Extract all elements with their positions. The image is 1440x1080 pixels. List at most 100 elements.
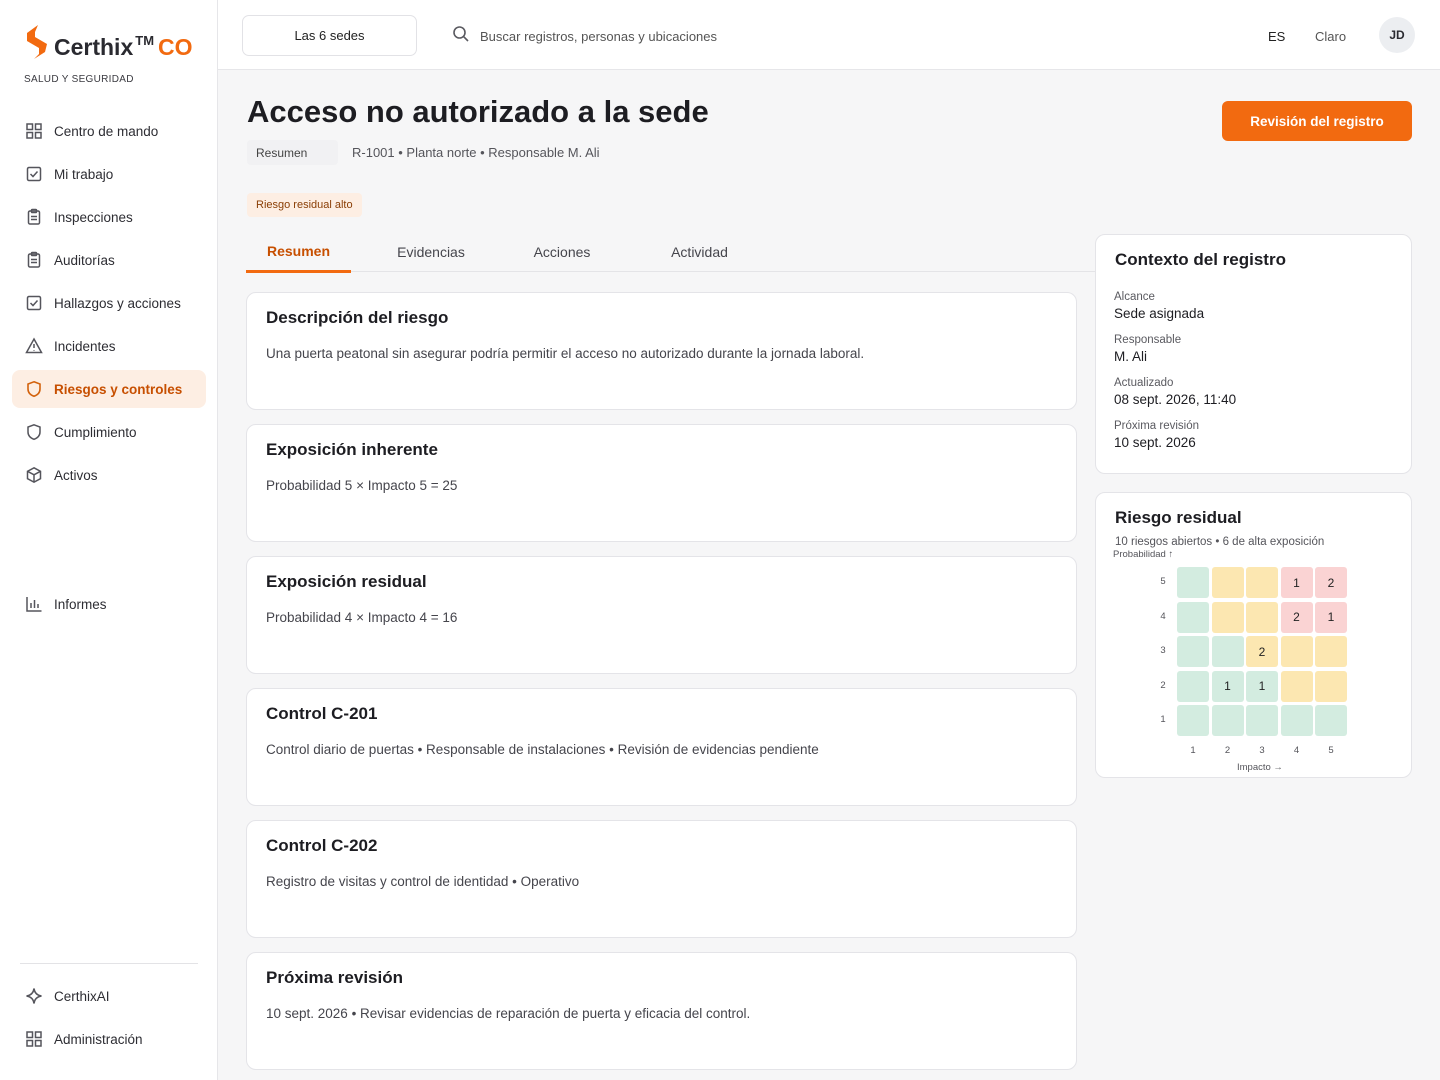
- card-title: Descripción del riesgo: [266, 308, 449, 327]
- residual-exposure-card: Exposición residual Probabilidad 4 × Imp…: [246, 556, 1077, 674]
- heatmap-cell[interactable]: 1: [1280, 567, 1313, 598]
- tab-resumen[interactable]: Resumen: [246, 232, 351, 273]
- sidebar-item-inspecciones[interactable]: Inspecciones: [12, 198, 206, 236]
- heatmap-x-tick: 5: [1328, 745, 1334, 756]
- control-c202-card: Control C-202 Registro de visitas y cont…: [246, 820, 1077, 938]
- brand-subtitle: SALUD Y SEGURIDAD: [24, 74, 134, 85]
- heatmap-cell[interactable]: [1315, 705, 1347, 736]
- context-field-scope: Alcance Sede asignada: [1114, 291, 1204, 321]
- heatmap-cell[interactable]: 2: [1280, 601, 1313, 633]
- field-value: M. Ali: [1114, 349, 1148, 364]
- sidebar-item-auditorias[interactable]: Auditorías: [12, 241, 206, 279]
- sidebar-item-label: Riesgos y controles: [54, 381, 183, 397]
- sidebar-item-label: Centro de mando: [54, 123, 159, 139]
- heatmap-cell[interactable]: [1246, 705, 1278, 736]
- sidebar-item-label: Administración: [54, 1031, 143, 1047]
- record-review-button[interactable]: Revisión del registro: [1222, 101, 1412, 141]
- context-field-updated: Actualizado 08 sept. 2026, 11:40: [1114, 377, 1236, 407]
- page-title: Acceso no autorizado a la sede: [247, 94, 709, 129]
- sidebar-item-mi-trabajo[interactable]: Mi trabajo: [12, 155, 206, 193]
- sidebar-item-activos[interactable]: Activos: [12, 456, 206, 494]
- search-input[interactable]: [480, 29, 840, 44]
- heatmap-cell[interactable]: 2: [1315, 567, 1347, 598]
- heatmap-cell[interactable]: 1: [1211, 670, 1244, 702]
- risk-description-card: Descripción del riesgo Una puerta peaton…: [246, 292, 1077, 410]
- certhix-logo-icon: [27, 25, 47, 59]
- heatmap-cell[interactable]: [1280, 705, 1313, 736]
- language-switch[interactable]: ES: [1268, 29, 1285, 44]
- heatmap-cell[interactable]: [1315, 636, 1347, 667]
- sidebar-reports-nav: Informes: [12, 585, 206, 628]
- heatmap-cell[interactable]: [1177, 601, 1209, 633]
- heatmap-cell[interactable]: [1177, 636, 1209, 667]
- site-selector[interactable]: Las 6 sedes: [242, 15, 417, 56]
- sidebar-divider: [20, 963, 198, 964]
- heatmap-cell[interactable]: 1: [1315, 601, 1347, 633]
- heatmap-x-tick: 3: [1259, 745, 1265, 756]
- tab-actividad[interactable]: Actividad: [646, 232, 753, 272]
- heatmap-cell[interactable]: [1280, 636, 1313, 667]
- clipboard-icon: [24, 250, 44, 270]
- heatmap-cell[interactable]: [1246, 601, 1278, 633]
- sidebar-item-label: Cumplimiento: [54, 424, 137, 440]
- panel-title: Contexto del registro: [1115, 250, 1286, 269]
- heatmap-cell[interactable]: [1211, 705, 1244, 736]
- brand-logo[interactable]: Certhix TM CO: [24, 24, 193, 60]
- clipboard-icon: [24, 207, 44, 227]
- avatar[interactable]: JD: [1379, 17, 1415, 53]
- theme-toggle[interactable]: Claro: [1315, 29, 1346, 44]
- sidebar-item-incidentes[interactable]: Incidentes: [12, 327, 206, 365]
- sidebar-item-label: Auditorías: [54, 252, 115, 268]
- heatmap-y-axis-title: Probabilidad ↑: [1113, 549, 1174, 560]
- shield-icon: [24, 422, 44, 442]
- sparkle-icon: [24, 986, 44, 1006]
- card-title: Exposición inherente: [266, 440, 438, 459]
- heatmap-cell[interactable]: [1211, 601, 1244, 633]
- sidebar: Certhix TM CO SALUD Y SEGURIDAD Centro d…: [0, 0, 218, 1080]
- heatmap-cell[interactable]: [1315, 670, 1347, 702]
- card-text: Probabilidad 5 × Impacto 5 = 25: [266, 478, 458, 493]
- brand-suffix: CO: [158, 34, 193, 60]
- heatmap-y-tick: 2: [1160, 679, 1166, 691]
- sidebar-item-riesgos-y-controles[interactable]: Riesgos y controles: [12, 370, 206, 408]
- sidebar-item-label: CerthixAI: [54, 988, 110, 1004]
- search-icon: [452, 25, 470, 48]
- heatmap-x-tick: 4: [1293, 745, 1300, 756]
- heatmap-cell[interactable]: 2: [1246, 636, 1278, 667]
- heatmap-cell[interactable]: [1280, 670, 1313, 702]
- sidebar-item-hallazgos-y-acciones[interactable]: Hallazgos y acciones: [12, 284, 206, 322]
- sidebar-item-informes[interactable]: Informes: [12, 585, 206, 623]
- grid-icon: [24, 1029, 44, 1049]
- record-tabs: Resumen Evidencias Acciones Actividad: [246, 232, 1095, 273]
- heatmap-cell[interactable]: [1211, 567, 1244, 598]
- heatmap-x-tick: 1: [1190, 745, 1196, 756]
- tab-evidencias[interactable]: Evidencias: [376, 232, 486, 272]
- tab-acciones[interactable]: Acciones: [512, 232, 612, 272]
- heatmap-cell[interactable]: [1177, 670, 1209, 702]
- sidebar-item-cumplimiento[interactable]: Cumplimiento: [12, 413, 206, 451]
- heatmap-cell[interactable]: [1211, 636, 1244, 667]
- heatmap-x-axis-title: Impacto →: [1237, 762, 1283, 773]
- brand-name: Certhix: [54, 34, 134, 60]
- sidebar-item-centro-de-mando[interactable]: Centro de mando: [12, 112, 206, 150]
- heatmap-x-tick: 2: [1224, 745, 1231, 756]
- heatmap-cell[interactable]: 1: [1246, 670, 1278, 702]
- checkbox-icon: [24, 164, 44, 184]
- card-text: Probabilidad 4 × Impacto 4 = 16: [266, 610, 458, 625]
- heatmap-cell[interactable]: [1177, 567, 1209, 598]
- sidebar-item-certhixai[interactable]: CerthixAI: [12, 977, 206, 1015]
- sidebar-item-label: Informes: [54, 596, 107, 612]
- top-bar: Las 6 sedes ES Claro JD: [218, 0, 1440, 70]
- sidebar-item-label: Incidentes: [54, 338, 116, 354]
- heatmap-cell[interactable]: [1177, 705, 1209, 736]
- panel-subtitle: 10 riesgos abiertos • 6 de alta exposici…: [1115, 536, 1325, 548]
- context-field-next-review: Próxima revisión 10 sept. 2026: [1114, 420, 1199, 450]
- sidebar-item-administracion[interactable]: Administración: [12, 1020, 206, 1058]
- heatmap-cell[interactable]: [1246, 567, 1278, 598]
- field-value: 08 sept. 2026, 11:40: [1114, 392, 1237, 407]
- field-label: Responsable: [1114, 334, 1182, 346]
- card-title: Próxima revisión: [266, 968, 404, 987]
- card-text: Registro de visitas y control de identid…: [266, 874, 580, 889]
- bar-chart-icon: [24, 594, 44, 614]
- search-bar: [452, 25, 840, 48]
